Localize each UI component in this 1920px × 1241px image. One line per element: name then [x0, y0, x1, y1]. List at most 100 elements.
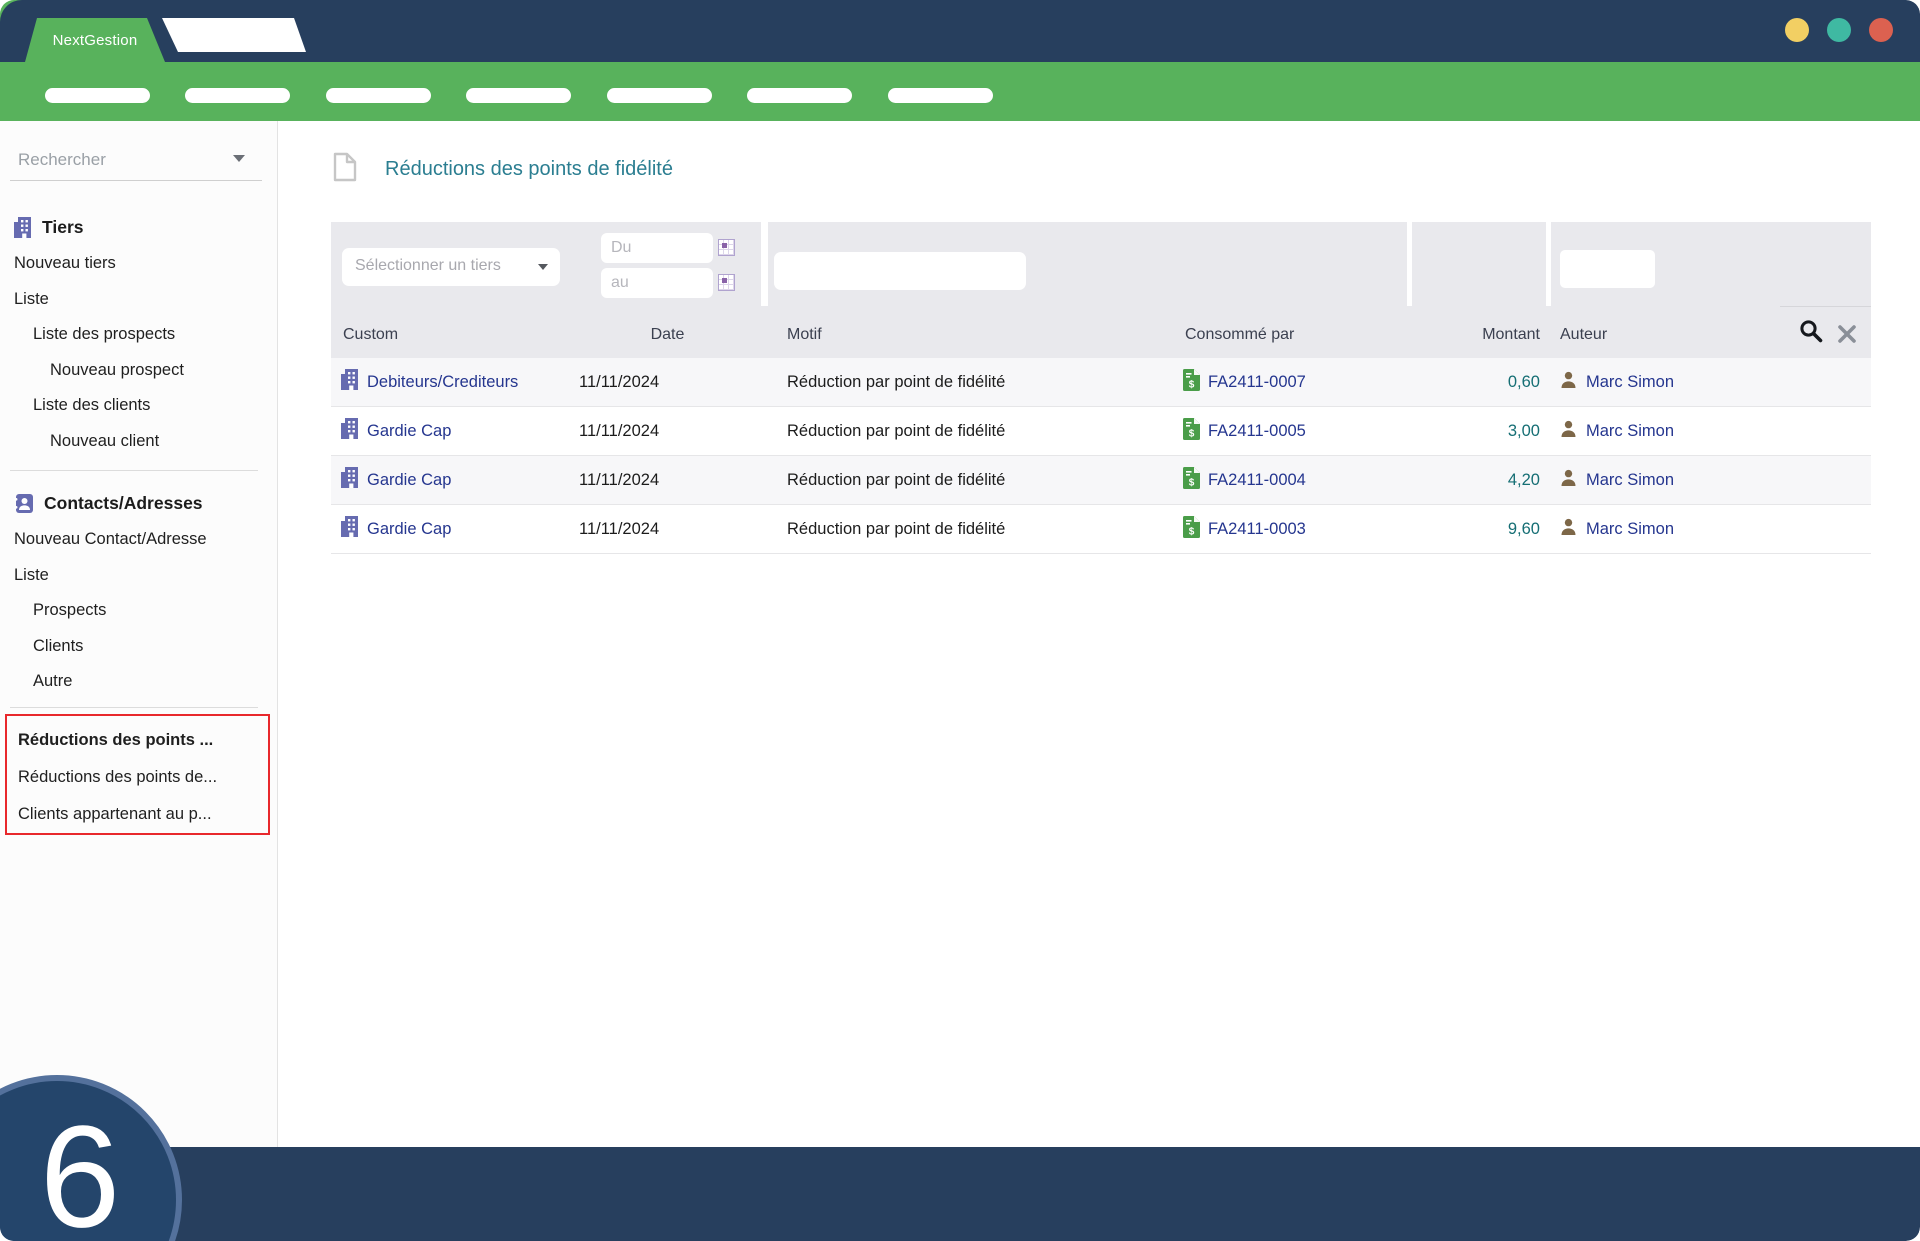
- sidebar-item[interactable]: Nouveau tiers: [0, 246, 278, 282]
- table-row: Gardie Cap11/11/2024Réduction par point …: [331, 407, 1871, 456]
- filter-bar: Sélectionner un tiers: [331, 222, 1871, 306]
- main-nav: [0, 62, 1920, 121]
- sidebar-item[interactable]: Nouveau prospect: [0, 353, 278, 389]
- column-header-custom[interactable]: Custom: [331, 306, 570, 358]
- sidebar-item[interactable]: Autre: [0, 664, 278, 700]
- sidebar-item[interactable]: Clients appartenant au p...: [7, 796, 268, 833]
- row-amount: 9,60: [1508, 520, 1540, 539]
- author-name[interactable]: Marc Simon: [1586, 471, 1674, 490]
- author-name[interactable]: Marc Simon: [1586, 422, 1674, 441]
- nav-pill[interactable]: [45, 88, 150, 103]
- main-content: Réductions des points de fidélité Sélect…: [278, 121, 1920, 1147]
- nav-pill[interactable]: [888, 88, 993, 103]
- nav-pill[interactable]: [185, 88, 290, 103]
- column-header-consomme-par[interactable]: Consommé par: [1175, 306, 1410, 358]
- window-dot-teal[interactable]: [1827, 18, 1851, 42]
- search-icon[interactable]: [1798, 318, 1824, 344]
- motif-filter-field[interactable]: [774, 252, 1026, 290]
- author-name[interactable]: Marc Simon: [1586, 373, 1674, 392]
- svg-text:$: $: [1189, 379, 1195, 390]
- table-row: Gardie Cap 11/11/2024 Réduction par point …: [331, 456, 1871, 505]
- auteur-filter-field[interactable]: [1560, 250, 1655, 288]
- row-date: 11/11/2024: [579, 471, 659, 490]
- column-header-montant[interactable]: Montant: [1410, 306, 1548, 358]
- sidebar-item[interactable]: Réductions des points de...: [7, 759, 268, 796]
- calendar-icon[interactable]: [718, 274, 735, 291]
- page-title: Réductions des points de fidélité: [385, 158, 673, 181]
- title-bar: NextGestion: [0, 0, 1920, 62]
- sidebar-section: Contacts/AdressesNouveau Contact/Adresse…: [0, 484, 278, 700]
- blank-tab[interactable]: [162, 18, 306, 52]
- nav-pill[interactable]: [607, 88, 712, 103]
- sidebar-item[interactable]: Liste: [0, 558, 278, 594]
- step-number: 6: [40, 1105, 121, 1241]
- tiers-select[interactable]: Sélectionner un tiers: [342, 248, 560, 286]
- sidebar-item[interactable]: Liste des clients: [0, 388, 278, 424]
- svg-text:$: $: [1189, 477, 1195, 488]
- table-header: Custom Date Motif Consommé par Montant A…: [331, 306, 1871, 358]
- sidebar-item[interactable]: Liste: [0, 282, 278, 318]
- brand-tab[interactable]: NextGestion: [25, 18, 165, 62]
- table-body: Debiteurs/Crediteurs 11/11/2024 Réduction …: [331, 358, 1871, 554]
- sidebar-item[interactable]: Réductions des points ...: [7, 722, 268, 759]
- building-icon: [341, 369, 358, 395]
- row-amount: 0,60: [1508, 373, 1540, 392]
- row-date: 11/11/2024: [579, 422, 659, 441]
- invoice-link[interactable]: FA2411-0005: [1208, 422, 1306, 441]
- tiers-link[interactable]: Gardie Cap: [367, 471, 451, 490]
- window-controls: [1785, 18, 1893, 42]
- tiers-link[interactable]: Debiteurs/Crediteurs: [367, 373, 518, 392]
- contact-card-icon: [14, 494, 33, 513]
- column-header-date[interactable]: Date: [570, 306, 765, 358]
- search-placeholder: Rechercher: [18, 150, 106, 170]
- building-icon: [341, 418, 358, 444]
- sidebar: Rechercher TiersNouveau tiersListeListe …: [0, 121, 278, 1147]
- tiers-link[interactable]: Gardie Cap: [367, 422, 451, 441]
- window-dot-yellow[interactable]: [1785, 18, 1809, 42]
- user-icon: [1560, 420, 1577, 442]
- document-icon: [333, 152, 357, 187]
- tiers-link[interactable]: Gardie Cap: [367, 520, 451, 539]
- search-input[interactable]: Rechercher: [10, 143, 262, 181]
- row-amount: 3,00: [1508, 422, 1540, 441]
- svg-text:$: $: [1189, 428, 1195, 439]
- sidebar-item[interactable]: Nouveau client: [0, 424, 278, 460]
- sidebar-heading-tiers[interactable]: Tiers: [0, 208, 278, 246]
- sidebar-item[interactable]: Prospects: [0, 593, 278, 629]
- invoice-icon: $: [1183, 369, 1200, 396]
- results-panel: Sélectionner un tiers Custom Date Motif …: [331, 222, 1871, 554]
- window-dot-red[interactable]: [1869, 18, 1893, 42]
- column-header-auteur[interactable]: Auteur: [1548, 306, 1780, 358]
- clear-filter-icon[interactable]: [1837, 324, 1857, 344]
- sidebar-item[interactable]: Liste des prospects: [0, 317, 278, 353]
- row-motif: Réduction par point de fidélité: [787, 373, 1005, 392]
- row-amount: 4,20: [1508, 471, 1540, 490]
- author-name[interactable]: Marc Simon: [1586, 520, 1674, 539]
- app-window: NextGestion Rechercher TiersNouveau tier…: [0, 0, 1920, 1241]
- brand-label: NextGestion: [53, 32, 138, 49]
- table-row: Gardie Cap11/11/2024Réduction par point …: [331, 505, 1871, 554]
- nav-pill[interactable]: [747, 88, 852, 103]
- date-from-field[interactable]: [601, 233, 713, 263]
- sidebar-item[interactable]: Clients: [0, 629, 278, 665]
- date-to-field[interactable]: [601, 268, 713, 298]
- sidebar-heading-contacts-adresses[interactable]: Contacts/Adresses: [0, 484, 278, 522]
- nav-pill[interactable]: [326, 88, 431, 103]
- footer-bar: [0, 1147, 1920, 1241]
- row-date: 11/11/2024: [579, 373, 659, 392]
- invoice-link[interactable]: FA2411-0004: [1208, 471, 1306, 490]
- chevron-down-icon: [538, 264, 548, 270]
- building-icon: [341, 467, 358, 493]
- sidebar-item[interactable]: Nouveau Contact/Adresse: [0, 522, 278, 558]
- building-icon: [14, 217, 31, 238]
- calendar-icon[interactable]: [718, 239, 735, 256]
- nav-pill[interactable]: [466, 88, 571, 103]
- row-motif: Réduction par point de fidélité: [787, 471, 1005, 490]
- svg-text:$: $: [1189, 526, 1195, 537]
- column-header-motif[interactable]: Motif: [765, 306, 1175, 358]
- window-body: Rechercher TiersNouveau tiersListeListe …: [0, 121, 1920, 1147]
- table-actions: [1780, 306, 1871, 358]
- invoice-link[interactable]: FA2411-0003: [1208, 520, 1306, 539]
- invoice-icon: $: [1183, 467, 1200, 494]
- invoice-link[interactable]: FA2411-0007: [1208, 373, 1306, 392]
